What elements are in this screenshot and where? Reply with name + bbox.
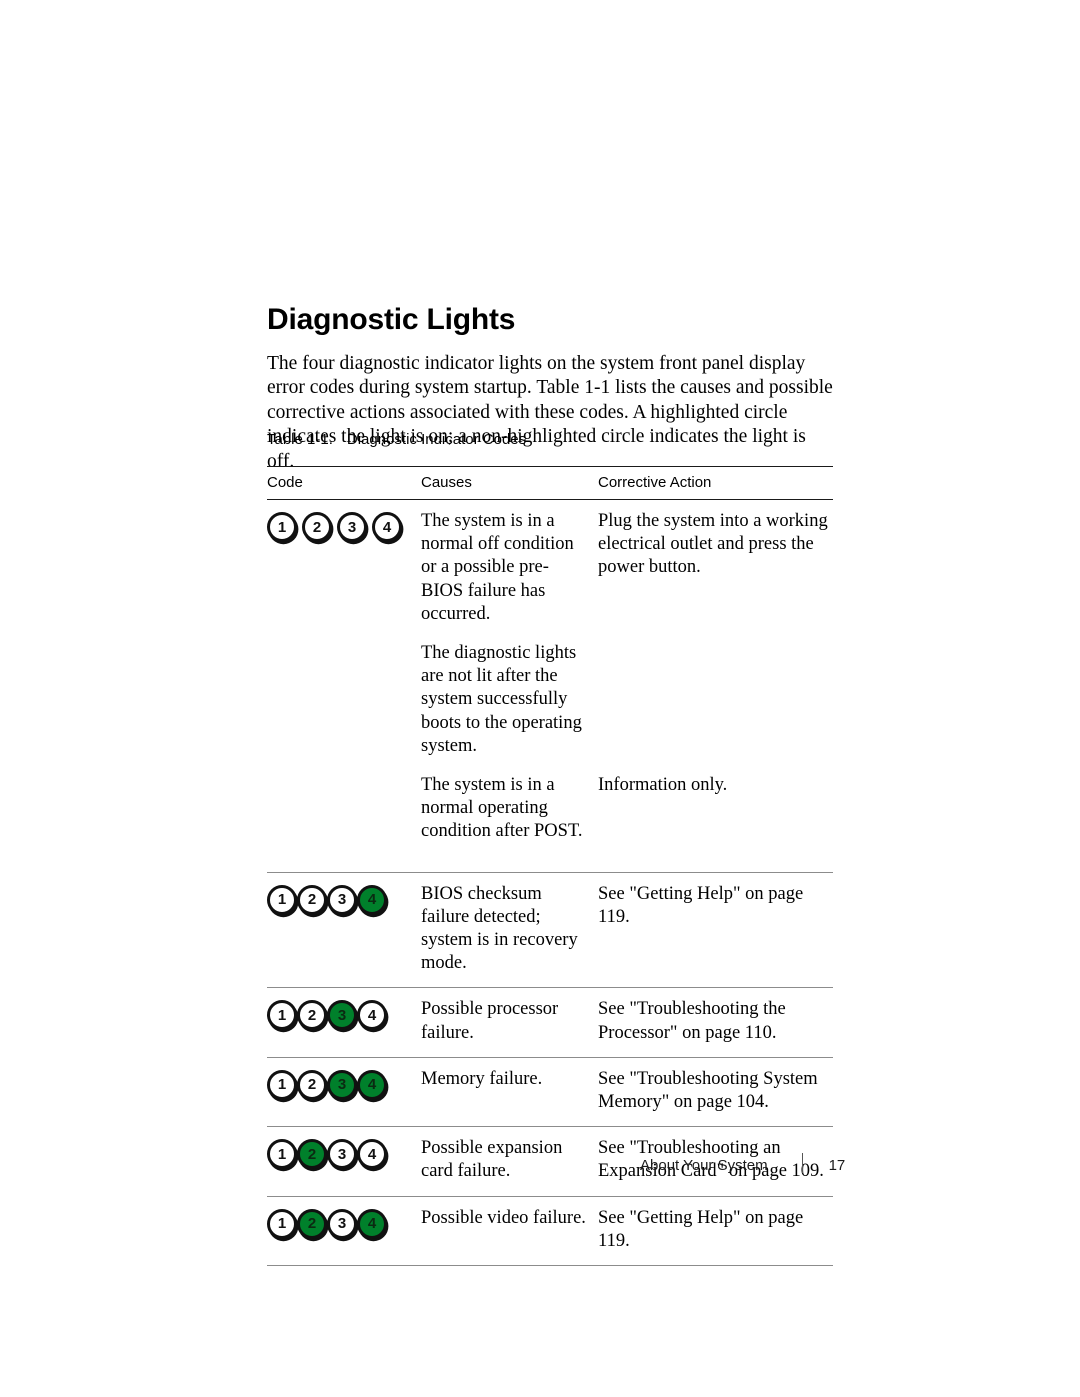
- page-title: Diagnostic Lights: [267, 303, 516, 337]
- table-row-rule: [267, 1265, 833, 1267]
- cell-cause-action-stack: The system is in a normal off condition …: [421, 510, 833, 860]
- footer-chapter: About Your System: [640, 1157, 768, 1174]
- table-caption-title: Diagnostic Indicator Codes: [346, 431, 527, 448]
- cell-corrective-action: Information only.: [598, 775, 728, 796]
- cause-action-pair: The system is in a normal operating cond…: [421, 774, 833, 860]
- diagnostic-light-2-off: 2: [297, 884, 327, 915]
- document-page: Diagnostic Lights The four diagnostic in…: [0, 0, 1080, 1397]
- cell-code: 1234: [267, 998, 421, 1031]
- diagnostic-indicator-codes-table: Code Causes Corrective Action 1 2 3 4 The sy…: [267, 466, 833, 1267]
- diagnostic-light-1-off: 1: [267, 1139, 297, 1170]
- cell-cause: The system is in a normal operating cond…: [421, 775, 583, 842]
- table-row: 1 2 3 4 Memory failure. See "Troubleshooting …: [267, 1058, 833, 1126]
- diagnostic-light-2-off: 2: [297, 1069, 327, 1100]
- cell-code: 1234: [267, 1068, 421, 1100]
- page-footer: About Your System 17: [640, 1150, 845, 1174]
- table-caption: Table 1-1. Diagnostic Indicator Codes: [267, 431, 526, 448]
- footer-page-number: 17: [828, 1157, 846, 1174]
- diagnostic-light-group: 1234: [267, 884, 421, 915]
- table-caption-number: Table 1-1.: [267, 431, 333, 448]
- diagnostic-light-group: 1234: [267, 1139, 421, 1170]
- diagnostic-light-group: 1234: [267, 1069, 421, 1100]
- table-header-row: Code Causes Corrective Action: [267, 467, 833, 499]
- cell-cause: Possible expansion card failure.: [421, 1138, 563, 1182]
- diagnostic-light-4-off: 4: [372, 512, 402, 542]
- table-row: 1 2 3 4 The system is in a normal off condit…: [267, 500, 833, 872]
- cell-corrective-action: [598, 642, 833, 774]
- cell-cause: The diagnostic lights are not lit after …: [421, 643, 582, 756]
- diagnostic-light-3-off: 3: [327, 1208, 357, 1239]
- diagnostic-light-group: 1234: [267, 1208, 421, 1239]
- cell-code: 1234: [267, 1207, 421, 1239]
- diagnostic-light-2-off: 2: [297, 1000, 327, 1031]
- cell-cause: Memory failure.: [421, 1068, 543, 1089]
- cell-code: 1234: [267, 1137, 421, 1170]
- diagnostic-light-4-off: 4: [357, 1139, 387, 1170]
- diagnostic-light-1-off: 1: [267, 1208, 297, 1239]
- diagnostic-light-group: 1234: [267, 1000, 421, 1031]
- cell-cause: Possible processor failure.: [421, 999, 559, 1043]
- diagnostic-light-3-off: 3: [327, 1139, 357, 1170]
- diagnostic-light-2-on: 2: [297, 1139, 327, 1170]
- cell-corrective-action: Plug the system into a working electrica…: [598, 511, 828, 578]
- diagnostic-light-1-off: 1: [267, 1000, 297, 1031]
- table-row: 1 2 3 4 BIOS checksum failure detected; syst…: [267, 873, 833, 988]
- diagnostic-light-3-on: 3: [327, 1069, 357, 1100]
- column-header-causes: Causes: [421, 474, 472, 491]
- diagnostic-light-2-off: 2: [302, 512, 332, 542]
- cell-code: 1234: [267, 510, 421, 542]
- diagnostic-light-1-off: 1: [267, 1069, 297, 1100]
- diagnostic-light-1-off: 1: [267, 512, 297, 542]
- diagnostic-light-3-on: 3: [327, 1000, 357, 1031]
- diagnostic-light-3-off: 3: [337, 512, 367, 542]
- diagnostic-light-2-on: 2: [297, 1208, 327, 1239]
- cell-cause: BIOS checksum failure detected; system i…: [421, 883, 578, 974]
- column-header-action: Corrective Action: [598, 474, 712, 491]
- diagnostic-light-4-on: 4: [357, 1208, 387, 1239]
- cell-corrective-action: See "Getting Help" on page 119.: [598, 1207, 804, 1251]
- diagnostic-light-4-on: 4: [357, 1069, 387, 1100]
- table-row: 1 2 3 4 Possible processor failure. See "Trou…: [267, 988, 833, 1056]
- cell-corrective-action: See "Getting Help" on page 119.: [598, 883, 804, 927]
- cause-action-pair: The diagnostic lights are not lit after …: [421, 642, 833, 774]
- diagnostic-light-group: 1234: [267, 512, 421, 542]
- diagnostic-light-4-off: 4: [357, 1000, 387, 1031]
- footer-separator: [801, 1153, 803, 1173]
- cell-cause: Possible video failure.: [421, 1207, 586, 1228]
- table-row: 1 2 3 4 Possible video failure. See "Getting …: [267, 1197, 833, 1265]
- cell-corrective-action: See "Troubleshooting System Memory" on p…: [598, 1068, 818, 1113]
- diagnostic-light-3-off: 3: [327, 884, 357, 915]
- diagnostic-light-4-on: 4: [357, 884, 387, 915]
- cause-action-pair: The system is in a normal off condition …: [421, 510, 833, 642]
- column-header-code: Code: [267, 474, 303, 491]
- intro-paragraph: The four diagnostic indicator lights on …: [267, 352, 833, 472]
- diagnostic-light-1-off: 1: [267, 884, 297, 915]
- cell-corrective-action: See "Troubleshooting the Processor" on p…: [598, 999, 786, 1043]
- cell-code: 1234: [267, 883, 421, 915]
- cell-cause: The system is in a normal off condition …: [421, 511, 574, 624]
